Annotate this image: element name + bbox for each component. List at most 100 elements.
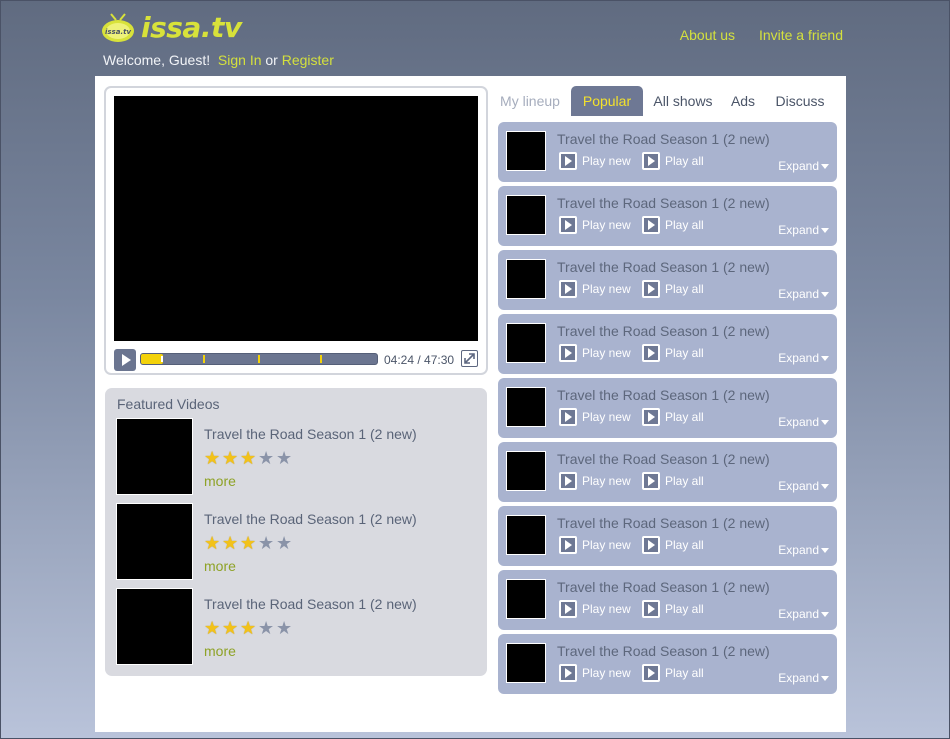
show-title[interactable]: Travel the Road Season 1 (2 new): [557, 451, 770, 467]
play-new-button[interactable]: Play new: [559, 408, 631, 426]
play-icon: [559, 600, 577, 618]
star-rating[interactable]: ★ ★ ★ ★ ★: [204, 534, 294, 552]
progress-bar[interactable]: [140, 353, 378, 365]
play-all-label: Play all: [665, 218, 704, 232]
show-title[interactable]: Travel the Road Season 1 (2 new): [557, 643, 770, 659]
star-icon[interactable]: ★: [240, 534, 258, 552]
play-button[interactable]: [114, 349, 136, 371]
show-title[interactable]: Travel the Road Season 1 (2 new): [557, 195, 770, 211]
register-link[interactable]: Register: [282, 52, 334, 68]
star-icon[interactable]: ★: [276, 619, 294, 637]
tab-all-shows[interactable]: All shows: [647, 86, 719, 116]
chapter-marker[interactable]: [203, 355, 205, 363]
show-thumbnail[interactable]: [506, 323, 546, 363]
star-icon[interactable]: ★: [276, 534, 294, 552]
play-new-button[interactable]: Play new: [559, 536, 631, 554]
featured-item-title[interactable]: Travel the Road Season 1 (2 new): [204, 511, 417, 527]
expand-button[interactable]: Expand: [778, 287, 829, 301]
play-new-button[interactable]: Play new: [559, 152, 631, 170]
tab-discuss[interactable]: Discuss: [769, 86, 831, 116]
play-new-label: Play new: [582, 538, 631, 552]
progress-knob[interactable]: [161, 356, 163, 362]
play-all-button[interactable]: Play all: [642, 408, 704, 426]
tab-ads[interactable]: Ads: [723, 86, 763, 116]
invite-friend-link[interactable]: Invite a friend: [759, 27, 843, 43]
show-title[interactable]: Travel the Road Season 1 (2 new): [557, 131, 770, 147]
featured-item-title[interactable]: Travel the Road Season 1 (2 new): [204, 426, 417, 442]
expand-button[interactable]: Expand: [778, 543, 829, 557]
expand-button[interactable]: Expand: [778, 159, 829, 173]
play-new-button[interactable]: Play new: [559, 664, 631, 682]
tab-my-lineup[interactable]: My lineup: [493, 86, 567, 116]
play-all-button[interactable]: Play all: [642, 344, 704, 362]
play-all-button[interactable]: Play all: [642, 600, 704, 618]
lineup-item: Travel the Road Season 1 (2 new) Play ne…: [498, 442, 837, 502]
chapter-marker[interactable]: [320, 355, 322, 363]
chapter-marker[interactable]: [258, 355, 260, 363]
star-icon[interactable]: ★: [204, 449, 222, 467]
play-new-button[interactable]: Play new: [559, 600, 631, 618]
star-icon[interactable]: ★: [222, 619, 240, 637]
star-icon[interactable]: ★: [204, 619, 222, 637]
expand-button[interactable]: Expand: [778, 223, 829, 237]
progress-fill: [141, 354, 163, 364]
expand-button[interactable]: Expand: [778, 671, 829, 685]
site-logo[interactable]: issa.tv issa.tv: [101, 11, 242, 44]
play-all-button[interactable]: Play all: [642, 536, 704, 554]
about-us-link[interactable]: About us: [680, 27, 735, 43]
video-screen[interactable]: [114, 96, 478, 341]
show-title[interactable]: Travel the Road Season 1 (2 new): [557, 515, 770, 531]
play-new-button[interactable]: Play new: [559, 472, 631, 490]
sign-in-link[interactable]: Sign In: [218, 52, 262, 68]
show-thumbnail[interactable]: [506, 195, 546, 235]
show-thumbnail[interactable]: [506, 387, 546, 427]
show-title[interactable]: Travel the Road Season 1 (2 new): [557, 259, 770, 275]
play-all-button[interactable]: Play all: [642, 152, 704, 170]
star-icon[interactable]: ★: [258, 449, 276, 467]
show-thumbnail[interactable]: [506, 131, 546, 171]
star-icon[interactable]: ★: [258, 534, 276, 552]
star-rating[interactable]: ★ ★ ★ ★ ★: [204, 619, 294, 637]
play-all-button[interactable]: Play all: [642, 216, 704, 234]
fullscreen-icon[interactable]: [461, 350, 478, 367]
play-new-button[interactable]: Play new: [559, 280, 631, 298]
featured-thumbnail[interactable]: [116, 418, 193, 495]
featured-thumbnail[interactable]: [116, 588, 193, 665]
play-all-button[interactable]: Play all: [642, 664, 704, 682]
play-new-button[interactable]: Play new: [559, 216, 631, 234]
show-thumbnail[interactable]: [506, 515, 546, 555]
play-icon: [559, 152, 577, 170]
star-rating[interactable]: ★ ★ ★ ★ ★: [204, 449, 294, 467]
expand-button[interactable]: Expand: [778, 607, 829, 621]
welcome-bar: Welcome, Guest! Sign In or Register: [103, 52, 334, 68]
featured-thumbnail[interactable]: [116, 503, 193, 580]
expand-button[interactable]: Expand: [778, 479, 829, 493]
play-new-button[interactable]: Play new: [559, 344, 631, 362]
more-link[interactable]: more: [204, 558, 236, 574]
tab-popular[interactable]: Popular: [571, 86, 643, 116]
star-icon[interactable]: ★: [204, 534, 222, 552]
star-icon[interactable]: ★: [258, 619, 276, 637]
lineup-item: Travel the Road Season 1 (2 new) Play ne…: [498, 250, 837, 310]
star-icon[interactable]: ★: [276, 449, 294, 467]
play-all-button[interactable]: Play all: [642, 280, 704, 298]
show-thumbnail[interactable]: [506, 579, 546, 619]
show-thumbnail[interactable]: [506, 451, 546, 491]
star-icon[interactable]: ★: [222, 534, 240, 552]
show-title[interactable]: Travel the Road Season 1 (2 new): [557, 323, 770, 339]
more-link[interactable]: more: [204, 643, 236, 659]
show-thumbnail[interactable]: [506, 643, 546, 683]
star-icon[interactable]: ★: [240, 449, 258, 467]
star-icon[interactable]: ★: [240, 619, 258, 637]
star-icon[interactable]: ★: [222, 449, 240, 467]
more-link[interactable]: more: [204, 473, 236, 489]
show-title[interactable]: Travel the Road Season 1 (2 new): [557, 387, 770, 403]
play-all-button[interactable]: Play all: [642, 472, 704, 490]
show-thumbnail[interactable]: [506, 259, 546, 299]
featured-item-title[interactable]: Travel the Road Season 1 (2 new): [204, 596, 417, 612]
expand-button[interactable]: Expand: [778, 415, 829, 429]
show-title[interactable]: Travel the Road Season 1 (2 new): [557, 579, 770, 595]
play-new-label: Play new: [582, 474, 631, 488]
expand-button[interactable]: Expand: [778, 351, 829, 365]
play-icon: [559, 216, 577, 234]
